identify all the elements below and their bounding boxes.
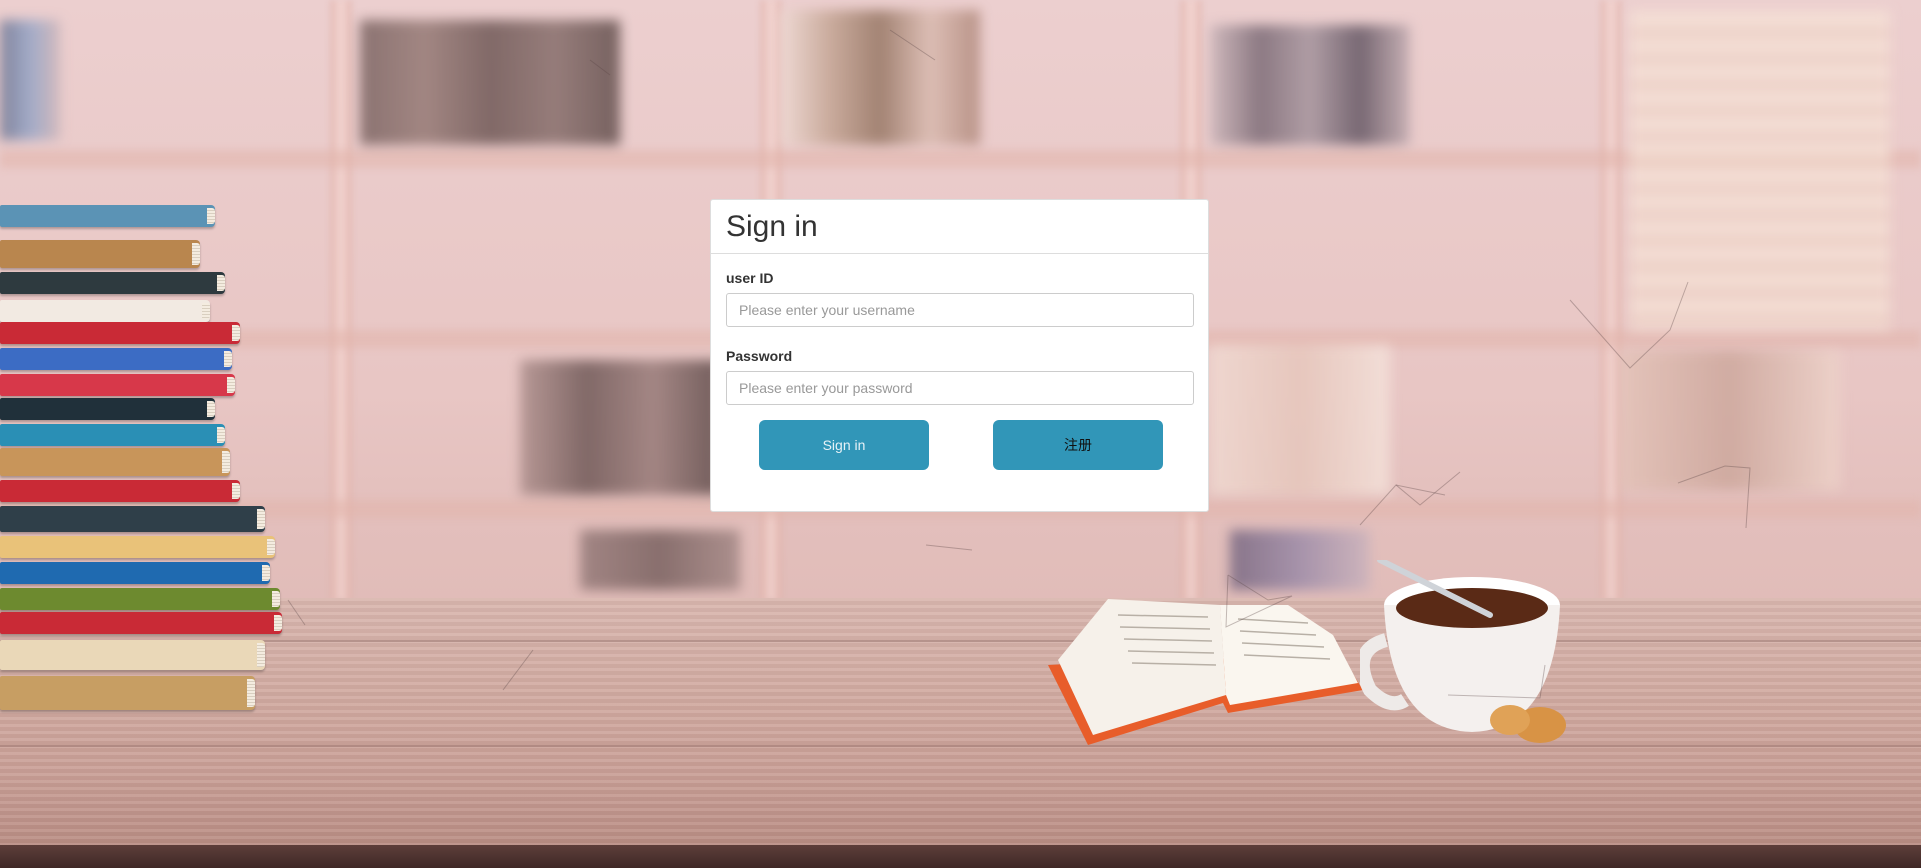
login-page-background: Sign in user ID Password Sign in 注册 [0,0,1921,868]
sign-in-button[interactable]: Sign in [759,420,929,470]
login-title: Sign in [726,210,818,243]
password-input[interactable] [726,371,1194,405]
password-label: Password [726,348,793,364]
username-input[interactable] [726,293,1194,327]
register-button[interactable]: 注册 [993,420,1163,470]
login-panel: Sign in user ID Password Sign in 注册 [710,199,1209,512]
login-actions: Sign in 注册 [726,420,1193,480]
login-panel-heading: Sign in [711,200,1208,254]
user-id-label: user ID [726,270,774,286]
login-form: user ID Password Sign in 注册 [711,254,1208,480]
